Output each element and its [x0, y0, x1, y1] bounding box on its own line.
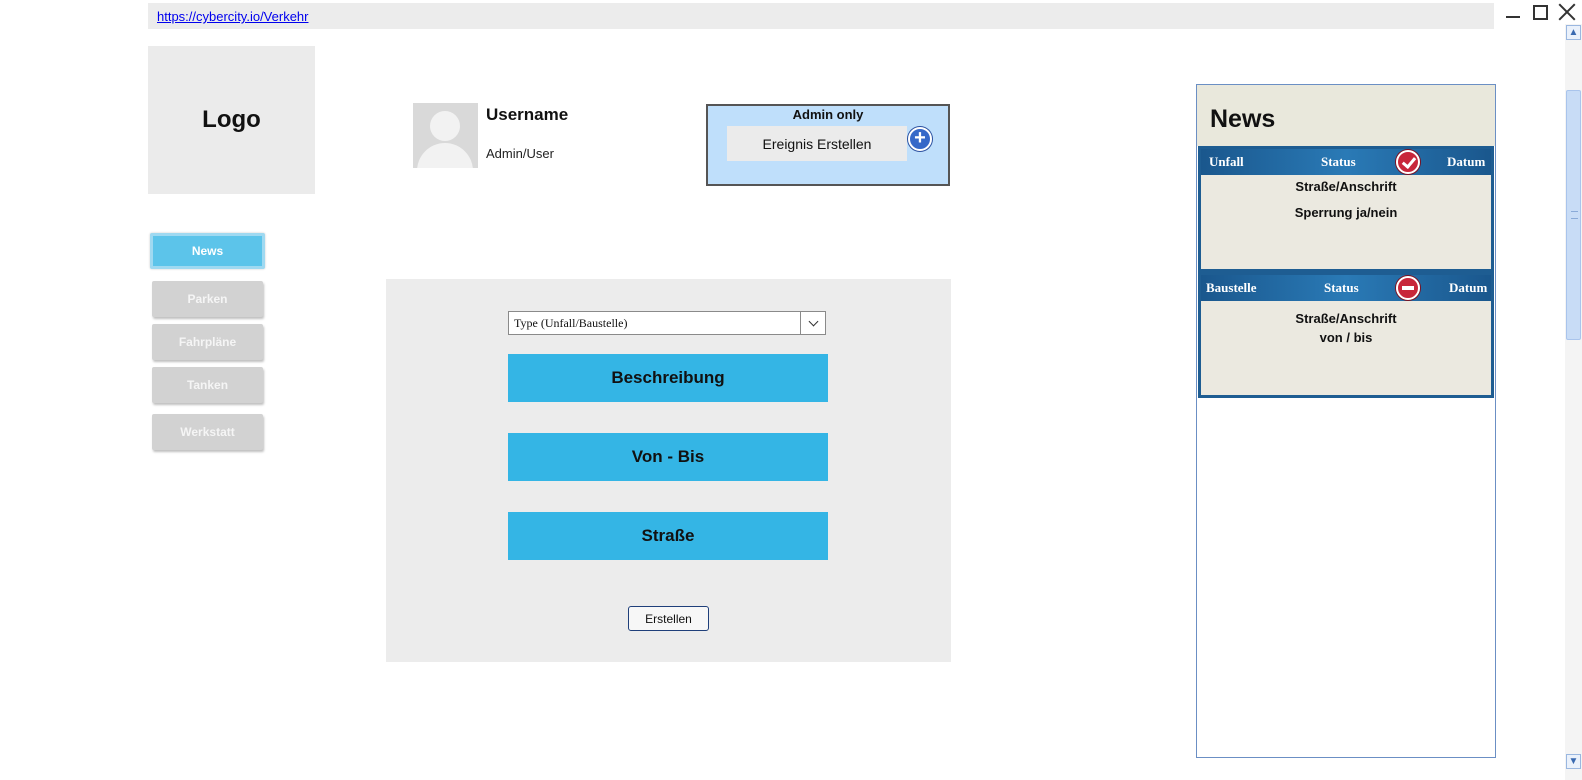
- avatar: [413, 103, 478, 168]
- address-bar[interactable]: https://cybercity.io/Verkehr: [148, 3, 1494, 29]
- card-date-label: Datum: [1449, 280, 1488, 295]
- type-select[interactable]: Type (Unfall/Baustelle): [508, 311, 826, 335]
- minimize-icon[interactable]: [1506, 6, 1520, 18]
- card-address: Straße/Anschrift: [1295, 179, 1397, 194]
- card-date-label: Datum: [1447, 154, 1486, 169]
- create-event-button[interactable]: Ereignis Erstellen: [727, 126, 907, 161]
- card-type: Baustelle: [1206, 280, 1257, 295]
- chevron-down-icon[interactable]: [800, 312, 825, 334]
- nav-item-tanken[interactable]: Tanken: [152, 367, 263, 403]
- news-header: News: [1197, 85, 1495, 146]
- user-role: Admin/User: [486, 146, 554, 161]
- scroll-thumb[interactable]: [1566, 90, 1581, 340]
- card-detail: Sperrung ja/nein: [1294, 205, 1398, 220]
- admin-title: Admin only: [792, 107, 864, 122]
- username: Username: [486, 105, 569, 124]
- card-header: Baustelle Status Datum: [1201, 275, 1491, 301]
- card-detail: von / bis: [1319, 330, 1373, 345]
- vertical-scrollbar[interactable]: ▲ ▼: [1565, 24, 1582, 780]
- plus-icon[interactable]: +: [908, 127, 932, 151]
- nav-item-parken[interactable]: Parken: [152, 281, 263, 317]
- date-range-field[interactable]: Von - Bis: [508, 433, 828, 481]
- avatar-head-icon: [430, 111, 460, 141]
- check-circle-icon: [1396, 150, 1420, 174]
- card-address: Straße/Anschrift: [1295, 311, 1397, 326]
- nav-item-werkstatt[interactable]: Werkstatt: [152, 414, 263, 450]
- scroll-grip-icon: [1571, 211, 1578, 219]
- card-type: Unfall: [1209, 154, 1244, 169]
- card-status-label: Status: [1321, 154, 1356, 169]
- logo: Logo: [148, 46, 315, 194]
- card-header: Unfall Status Datum: [1201, 149, 1491, 175]
- scroll-up-icon[interactable]: ▲: [1566, 25, 1581, 40]
- news-card-unfall[interactable]: Unfall Status Datum Straße/Anschrift Spe…: [1198, 146, 1494, 272]
- news-card-baustelle[interactable]: Baustelle Status Datum Straße/Anschrift …: [1198, 272, 1494, 398]
- avatar-body-icon: [417, 143, 473, 168]
- type-select-value: Type (Unfall/Baustelle): [514, 316, 628, 330]
- nav-item-fahrplaene[interactable]: Fahrpläne: [152, 324, 263, 360]
- submit-button[interactable]: Erstellen: [628, 606, 709, 631]
- admin-panel: Admin only Ereignis Erstellen +: [706, 104, 950, 186]
- maximize-icon[interactable]: [1533, 5, 1548, 20]
- news-title: News: [1210, 105, 1276, 133]
- nav-item-news[interactable]: News: [150, 233, 265, 269]
- close-icon[interactable]: [1557, 2, 1577, 22]
- minus-circle-icon: [1396, 276, 1420, 300]
- event-form: Type (Unfall/Baustelle) Beschreibung Von…: [386, 279, 951, 662]
- news-panel: News Unfall Status Datum Straße/Anschrif…: [1196, 84, 1496, 758]
- scroll-down-icon[interactable]: ▼: [1566, 754, 1581, 769]
- description-field[interactable]: Beschreibung: [508, 354, 828, 402]
- card-status-label: Status: [1324, 280, 1359, 295]
- url-link[interactable]: https://cybercity.io/Verkehr: [157, 9, 309, 24]
- street-field[interactable]: Straße: [508, 512, 828, 560]
